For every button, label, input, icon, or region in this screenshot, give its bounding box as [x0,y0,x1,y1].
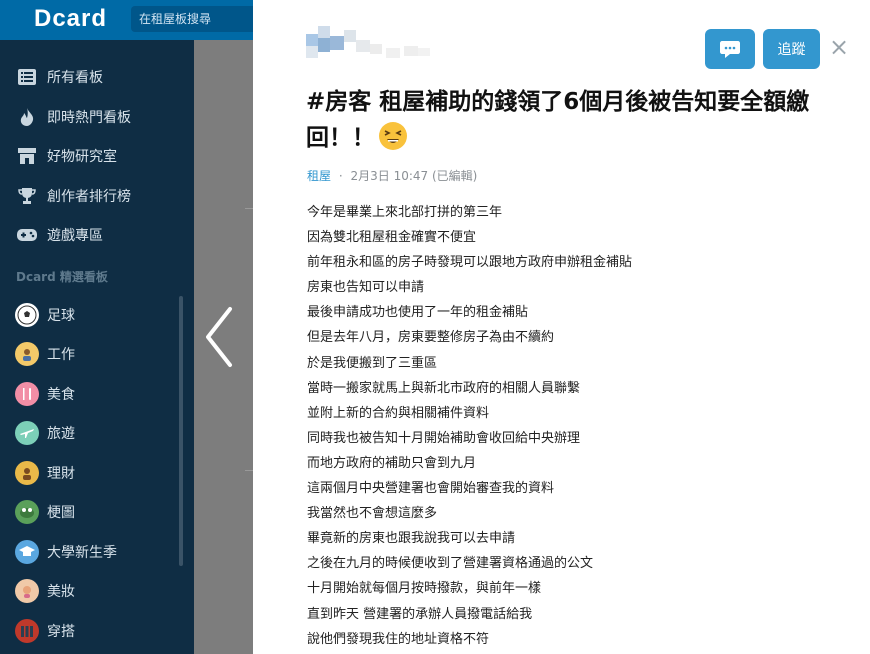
post-body-line: 這兩個月中央營建署也會開始審查我的資料 [307,481,555,497]
post-body-line: 前年租永和區的房子時發現可以跟地方政府申辦租金補貼 [307,255,633,271]
list-icon [17,67,37,87]
finance-icon [15,461,39,485]
post-body-line: 我當然也不會想這麼多 [307,506,438,522]
post-body-line: 房東也告知可以申請 [307,280,425,296]
chat-bubble-icon [720,41,740,58]
sidebar-item-label: 大學新生季 [47,545,117,561]
forum-link[interactable]: 租屋 [307,169,331,183]
graduation-icon [15,540,39,564]
post-body-line: 但是去年八月，房東要整修房子為由不續約 [307,330,555,346]
tired-face-emoji-icon [379,122,407,150]
sidebar-board-travel[interactable]: 旅遊 [0,417,190,449]
post-body-line: 同時我也被告知十月開始補助會收回給中央辦理 [307,430,581,446]
sidebar-item-creator-ranking[interactable]: 創作者排行榜 [0,180,190,212]
sidebar-item-label: 梗圖 [47,505,75,521]
soccer-ball-icon [15,303,39,327]
follow-button[interactable]: 追蹤 [763,29,820,69]
sidebar-item-game-zone[interactable]: 遊戲專區 [0,219,190,251]
sidebar-item-label: 理財 [47,466,75,482]
author-avatar [306,26,436,68]
food-icon [15,382,39,406]
post-body-line: 畢竟新的房東也跟我說我可以去申請 [307,531,516,547]
travel-icon [15,421,39,445]
sidebar-item-label: 旅遊 [47,426,75,442]
sidebar-item-label: 所有看板 [47,70,103,86]
dcard-logo[interactable]: Dcard [34,5,107,33]
chevron-left-icon [206,307,232,367]
post-body-line: 並附上新的合約與相關補件資料 [307,405,490,421]
meme-icon [15,500,39,524]
sidebar-item-label: 工作 [47,347,75,363]
sidebar-item-label: 穿搭 [47,624,75,640]
store-icon [17,146,37,166]
post-body-line: 說他們發現我住的地址資格不符 [307,631,490,647]
sidebar-item-label: 遊戲專區 [47,228,103,244]
post-body-line: 今年是畢業上來北部打拼的第三年 [307,205,503,220]
meta-separator: · [338,169,343,183]
sidebar-board-food[interactable]: 美食 [0,378,190,410]
post-body-line: 而地方政府的補助只會到九月 [307,455,477,471]
sidebar-board-work[interactable]: 工作 [0,338,190,370]
sidebar-board-soccer[interactable]: 足球 [0,299,190,331]
makeup-icon [15,579,39,603]
post-body-line: 最後申請成功也使用了一年的租金補貼 [307,305,529,321]
sidebar-item-label: 即時熱門看板 [47,110,131,126]
sidebar-item-all-boards[interactable]: 所有看板 [0,61,190,93]
work-icon [15,342,39,366]
sidebar-item-goods-lab[interactable]: 好物研究室 [0,140,190,172]
close-icon[interactable]: × [828,35,850,59]
previous-post-arrow[interactable] [202,305,238,369]
gamepad-icon [17,225,37,245]
post-body: 今年是畢業上來北部打拼的第三年 因為雙北租屋租金確實不便宜 前年租永和區的房子時… [307,200,847,652]
post-body-line: 因為雙北租屋租金確實不便宜 [307,230,477,246]
sidebar-item-label: 足球 [47,308,75,324]
post-body-line: 於是我便搬到了三重區 [307,355,438,371]
post-title: #房客 租屋補助的錢領了6個月後被告知要全額繳回！！ [306,84,854,156]
sidebar-board-freshman[interactable]: 大學新生季 [0,536,190,568]
sidebar-item-hot-boards[interactable]: 即時熱門看板 [0,101,190,133]
post-body-line: 之後在九月的時候便收到了營建署資格通過的公文 [307,556,594,572]
post-date: 2月3日 10:47 (已編輯) [350,169,478,183]
trophy-icon [17,186,37,206]
fire-icon [17,107,37,127]
sidebar-item-label: 美食 [47,387,75,403]
sidebar-scrollbar[interactable] [179,296,183,566]
message-button[interactable] [705,29,755,69]
sidebar-board-makeup[interactable]: 美妝 [0,575,190,607]
sidebar: 所有看板 即時熱門看板 好物研究室 創作者排行榜 遊戲專區 Dcard 精選看板… [0,40,194,654]
post-body-line: 當時一搬家就馬上與新北市政府的相關人員聯繫 [307,380,581,396]
post-body-line: 十月開始就每個月按時撥款，與前年一樣 [307,581,542,597]
post-meta: 租屋 · 2月3日 10:47 (已編輯) [307,167,477,184]
sidebar-board-meme[interactable]: 梗圖 [0,496,190,528]
post-modal: 追蹤 × #房客 租屋補助的錢領了6個月後被告知要全額繳回！！ 租屋 · 2月3… [253,0,870,654]
post-body-line: 直到昨天 營建署的承辦人員撥電話給我 [307,606,533,622]
sidebar-board-finance[interactable]: 理財 [0,457,190,489]
sidebar-item-label: 好物研究室 [47,149,117,165]
outfit-icon [15,619,39,643]
sidebar-item-label: 創作者排行榜 [47,189,131,205]
sidebar-board-outfit[interactable]: 穿搭 [0,615,190,647]
featured-boards-heading: Dcard 精選看板 [16,270,108,284]
sidebar-item-label: 美妝 [47,584,75,600]
